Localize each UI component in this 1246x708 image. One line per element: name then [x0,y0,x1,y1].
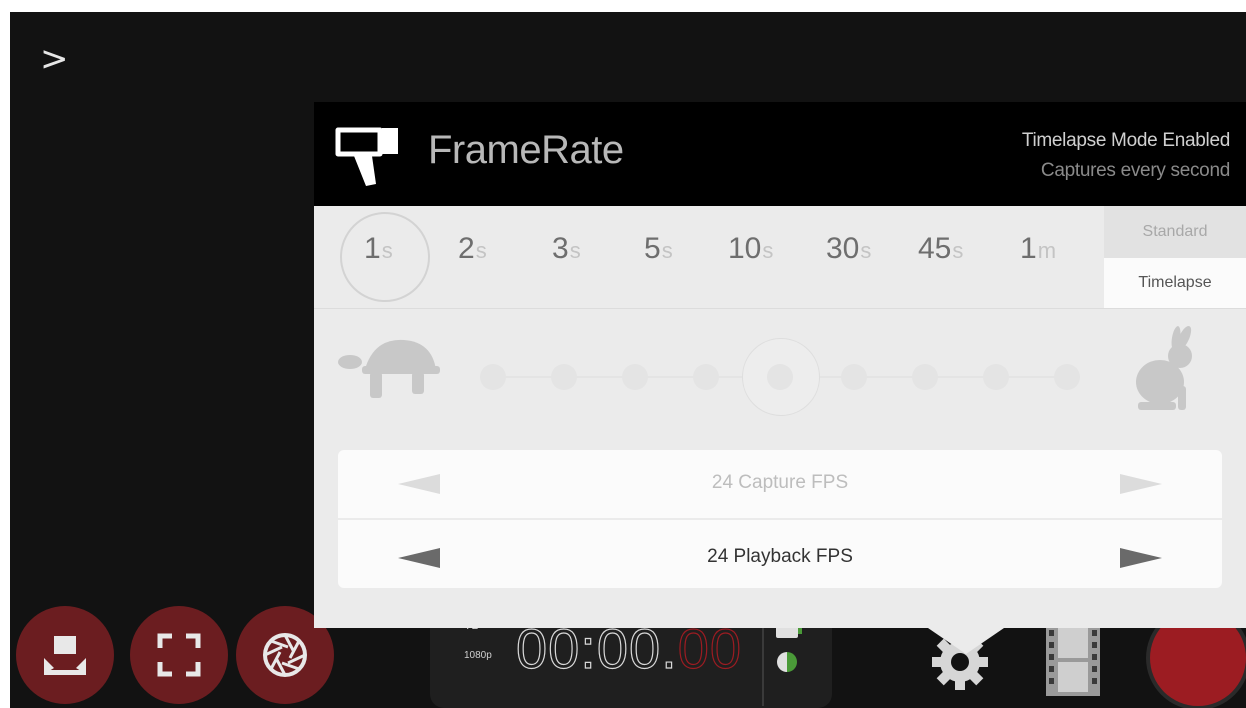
mode-toggle: Standard Timelapse [1104,206,1246,308]
mode-timelapse-button[interactable]: Timelapse [1104,258,1246,308]
playback-fps-label: 24 Playback FPS [707,546,853,567]
mode-status: Timelapse Mode Enabled [1021,130,1230,151]
speed-step[interactable] [767,364,793,390]
divider [762,618,764,706]
capture-fps-label: 24 Capture FPS [711,472,849,493]
film-strip-icon[interactable] [1046,624,1100,696]
capture-status: Captures every second [1040,160,1230,181]
aperture-icon [263,633,307,677]
speed-step[interactable] [841,364,867,390]
fullscreen-icon [157,633,201,677]
fps-controls: 24 Capture FPS 24 Playback FPS [338,450,1222,588]
resolution-indicator: 1080p [464,650,492,661]
playback-fps-increase-icon[interactable] [1120,548,1162,568]
fullscreen-button[interactable] [130,606,228,704]
speed-step[interactable] [983,364,1009,390]
battery-icon [777,652,797,672]
rabbit-icon [1136,326,1192,410]
interval-option[interactable]: 45 s [918,232,963,266]
interval-option[interactable]: 30 s [826,232,871,266]
panel-title: FrameRate [428,128,624,172]
interval-option[interactable]: 3s [552,232,581,266]
focus-frame-button[interactable] [16,606,114,704]
speed-slider[interactable] [314,308,1246,440]
speed-step[interactable] [622,364,648,390]
interval-option[interactable]: 1m [1020,232,1056,266]
chevron-right-icon[interactable]: > [40,42,69,76]
interval-option[interactable]: 10 s [728,232,773,266]
camera-app-screen: > TL 1080p 00:00.00 [10,12,1246,708]
interval-selector: 1s 2s 3s 5s 10 s 30 s 45 s 1m Standard Time… [314,206,1246,309]
mode-standard-button[interactable]: Standard [1104,206,1246,258]
capture-fps-increase-icon[interactable] [1120,474,1162,494]
speed-step[interactable] [480,364,506,390]
speed-step[interactable] [1054,364,1080,390]
speed-step[interactable] [912,364,938,390]
panel-header: FrameRate Timelapse Mode Enabled Capture… [314,102,1246,206]
focus-frame-icon [44,636,86,675]
divider [338,518,1222,520]
interval-option[interactable]: 1s [364,232,393,266]
speed-step[interactable] [551,364,577,390]
interval-option[interactable]: 2s [458,232,487,266]
panel-pointer [928,628,1004,654]
framerate-panel: FrameRate Timelapse Mode Enabled Capture… [314,102,1246,628]
speed-step[interactable] [693,364,719,390]
turtle-icon [338,339,440,398]
interval-option[interactable]: 5s [644,232,673,266]
camera-icon [335,127,398,186]
